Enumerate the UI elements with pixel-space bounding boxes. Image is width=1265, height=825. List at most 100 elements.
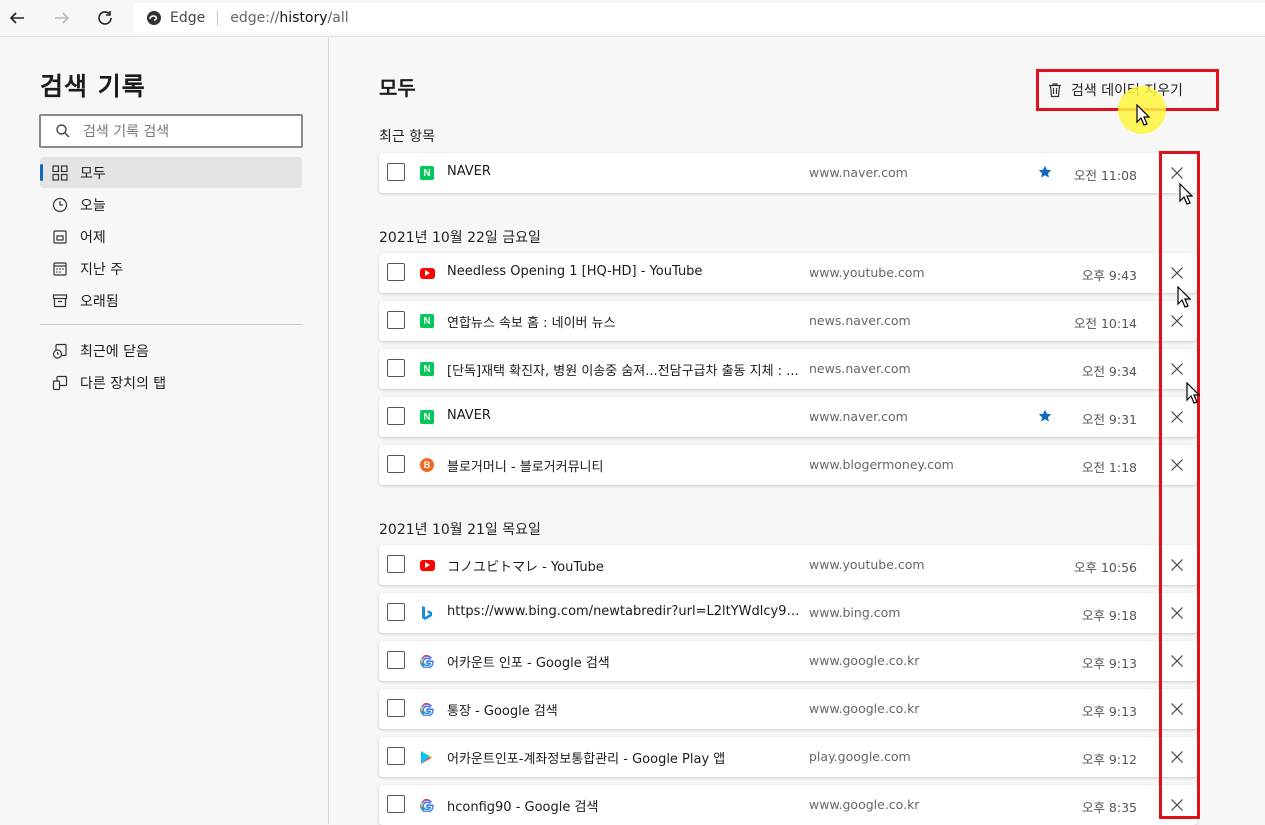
history-row[interactable]: 어카운트 인포 - Google 검색 www.google.co.kr 오후 9:… xyxy=(379,641,1197,681)
row-title-link[interactable]: NAVER xyxy=(447,164,802,179)
row-favicon xyxy=(419,653,435,669)
row-checkbox[interactable] xyxy=(387,311,405,329)
calendar-day-icon xyxy=(53,229,67,244)
row-time: 오전 1:18 xyxy=(1081,460,1137,475)
forward-button[interactable] xyxy=(50,6,74,30)
close-icon xyxy=(1171,315,1183,327)
close-icon xyxy=(1171,411,1183,423)
remove-row-button[interactable] xyxy=(1169,409,1185,425)
row-title-link[interactable]: NAVER xyxy=(447,408,802,423)
sidebar-item-label: 오늘 xyxy=(80,197,106,214)
row-title-link[interactable]: 연합뉴스 속보 홈 : 네이버 뉴스 xyxy=(447,312,802,331)
history-row[interactable]: N 연합뉴스 속보 홈 : 네이버 뉴스 news.naver.com 오전 10:1… xyxy=(379,301,1197,341)
row-title-link[interactable]: 어카운트인포-계좌정보통합관리 - Google Play 앱 xyxy=(447,748,802,767)
close-icon xyxy=(1171,751,1183,763)
close-icon xyxy=(1171,267,1183,279)
row-checkbox[interactable] xyxy=(387,795,405,813)
remove-row-button[interactable] xyxy=(1169,605,1185,621)
row-checkbox[interactable] xyxy=(387,263,405,281)
history-row[interactable]: 통장 - Google 검색 www.google.co.kr 오후 9:13 xyxy=(379,689,1197,729)
row-time: 오후 9:13 xyxy=(1081,656,1137,671)
row-time: 오전 11:08 xyxy=(1074,168,1137,183)
address-bar[interactable]: Edge edge://history/all xyxy=(134,3,1265,33)
row-checkbox[interactable] xyxy=(387,555,405,573)
row-title-link[interactable]: コノユビトマレ - YouTube xyxy=(447,556,802,575)
remove-row-button[interactable] xyxy=(1169,797,1185,813)
row-time: 오후 9:12 xyxy=(1081,752,1137,767)
mouse-cursor-icon xyxy=(1186,382,1200,404)
google-play-favicon-icon xyxy=(421,750,432,764)
row-checkbox[interactable] xyxy=(387,603,405,621)
history-row[interactable]: 어카운트인포-계좌정보통합관리 - Google Play 앱 play.goog… xyxy=(379,737,1197,777)
row-favicon: N xyxy=(419,165,435,181)
naver-favicon-icon: N xyxy=(420,362,434,376)
row-title-link[interactable]: 통장 - Google 검색 xyxy=(447,700,802,719)
remove-row-button[interactable] xyxy=(1169,701,1185,717)
history-row[interactable]: https://www.bing.com/newtabredir?url=L2l… xyxy=(379,593,1197,633)
row-checkbox[interactable] xyxy=(387,359,405,377)
sidebar-item-last-week[interactable]: 지난 주 xyxy=(40,253,302,284)
history-row[interactable]: N [단독]재택 확진자, 병원 이송중 숨져...전담구급차 출동 지체 : .… xyxy=(379,349,1197,389)
sidebar-item-all[interactable]: 모두 xyxy=(40,157,302,188)
row-domain: www.blogermoney.com xyxy=(809,457,954,472)
sidebar-item-older[interactable]: 오래됨 xyxy=(40,285,302,316)
row-favicon xyxy=(419,797,435,813)
history-row[interactable]: Needless Opening 1 [HQ-HD] - YouTube www.… xyxy=(379,253,1197,293)
remove-row-button[interactable] xyxy=(1169,313,1185,329)
close-icon xyxy=(1171,459,1183,471)
row-title-link[interactable]: hconfig90 - Google 검색 xyxy=(447,796,802,815)
blogermoney-favicon-icon: B xyxy=(420,458,434,472)
sidebar-item-label: 다른 장치의 탭 xyxy=(80,375,167,392)
row-checkbox[interactable] xyxy=(387,747,405,765)
url-path: /all xyxy=(327,10,349,26)
remove-row-button[interactable] xyxy=(1169,265,1185,281)
history-row[interactable]: hconfig90 - Google 검색 www.google.co.kr 오후 … xyxy=(379,785,1197,825)
row-domain: www.google.co.kr xyxy=(809,797,920,812)
history-row[interactable]: コノユビトマレ - YouTube www.youtube.com 오후 10:56 xyxy=(379,545,1197,585)
devices-tabs-icon xyxy=(52,375,68,390)
remove-row-button[interactable] xyxy=(1169,749,1185,765)
row-checkbox[interactable] xyxy=(387,163,405,181)
remove-row-button[interactable] xyxy=(1169,557,1185,573)
remove-row-button[interactable] xyxy=(1169,653,1185,669)
history-row[interactable]: N NAVER www.naver.com 오전 11:08 xyxy=(379,153,1197,193)
sidebar-item-label: 최근에 닫음 xyxy=(80,343,149,360)
sidebar-item-other-devices[interactable]: 다른 장치의 탭 xyxy=(40,367,302,398)
row-title-link[interactable]: 블로거머니 - 블로거커뮤니티 xyxy=(447,456,802,475)
row-checkbox[interactable] xyxy=(387,455,405,473)
remove-row-button[interactable] xyxy=(1169,165,1185,181)
search-icon xyxy=(56,124,70,138)
row-checkbox[interactable] xyxy=(387,407,405,425)
history-row[interactable]: N NAVER www.naver.com 오전 9:31 xyxy=(379,397,1197,437)
row-title-link[interactable]: 어카운트 인포 - Google 검색 xyxy=(447,652,802,671)
row-domain: www.naver.com xyxy=(809,409,908,424)
close-icon xyxy=(1171,167,1183,179)
sidebar-item-yesterday[interactable]: 어제 xyxy=(40,221,302,252)
row-title-link[interactable]: [단독]재택 확진자, 병원 이송중 숨져...전담구급차 출동 지체 : ..… xyxy=(447,360,802,379)
row-favicon xyxy=(419,605,435,621)
sidebar-item-today[interactable]: 오늘 xyxy=(40,189,302,220)
row-checkbox[interactable] xyxy=(387,651,405,669)
archive-icon xyxy=(52,293,68,307)
refresh-icon xyxy=(98,11,112,25)
row-title-link[interactable]: https://www.bing.com/newtabredir?url=L2l… xyxy=(447,604,802,619)
mouse-cursor-icon xyxy=(1136,104,1150,126)
row-favicon: N xyxy=(419,361,435,377)
row-domain: news.naver.com xyxy=(809,361,911,376)
row-favicon xyxy=(419,701,435,717)
mouse-cursor-icon xyxy=(1177,286,1191,308)
url-host: history xyxy=(279,10,328,26)
remove-row-button[interactable] xyxy=(1169,361,1185,377)
row-favicon: N xyxy=(419,313,435,329)
row-checkbox[interactable] xyxy=(387,699,405,717)
row-favicon xyxy=(419,557,435,573)
row-title-link[interactable]: Needless Opening 1 [HQ-HD] - YouTube xyxy=(447,264,802,279)
history-search-input[interactable]: 검색 기록 검색 xyxy=(39,114,303,148)
remove-row-button[interactable] xyxy=(1169,457,1185,473)
back-button[interactable] xyxy=(5,6,29,30)
sidebar-item-recently-closed[interactable]: 최근에 닫음 xyxy=(40,335,302,366)
refresh-button[interactable] xyxy=(93,6,117,30)
row-domain: news.naver.com xyxy=(809,313,911,328)
recently-closed-icon xyxy=(52,343,67,359)
history-row[interactable]: B 블로거머니 - 블로거커뮤니티 www.blogermoney.com 오전 1:… xyxy=(379,445,1197,485)
